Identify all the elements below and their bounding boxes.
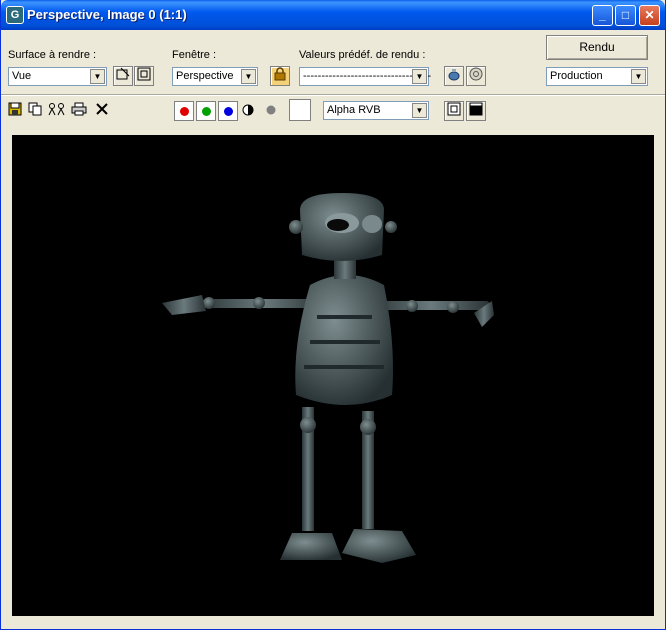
area-to-render-value: Vue xyxy=(12,70,32,82)
chevron-down-icon[interactable]: ▼ xyxy=(631,69,646,84)
render-setup-button[interactable] xyxy=(466,66,486,86)
clone-icon[interactable] xyxy=(48,102,65,118)
toggle-ui-button[interactable] xyxy=(466,101,486,121)
render-preset-label: Valeurs prédéf. de rendu : xyxy=(299,49,426,61)
environment-effects-button[interactable] xyxy=(444,66,464,86)
save-icon[interactable] xyxy=(7,102,23,118)
auto-region-icon xyxy=(137,67,151,81)
blue-channel-toggle[interactable] xyxy=(218,101,238,121)
divider xyxy=(1,94,665,96)
toggle-ui-overlay-button[interactable] xyxy=(444,101,464,121)
red-channel-icon xyxy=(180,107,189,116)
maximize-button[interactable]: □ xyxy=(615,5,636,26)
viewport-dropdown[interactable]: Perspective ▼ xyxy=(172,67,258,86)
chevron-down-icon[interactable]: ▼ xyxy=(412,103,427,118)
blue-channel-icon xyxy=(224,107,233,116)
lock-icon xyxy=(274,67,286,81)
edit-region-button[interactable] xyxy=(113,66,133,86)
display-channel-dropdown[interactable]: Alpha RVB ▼ xyxy=(323,101,429,120)
background-color-swatch[interactable] xyxy=(289,99,311,121)
viewport-value: Perspective xyxy=(176,70,234,82)
frame-window-icon xyxy=(469,102,483,116)
close-button[interactable]: ✕ xyxy=(639,5,660,26)
chevron-down-icon[interactable]: ▼ xyxy=(90,69,105,84)
monochrome-icon[interactable] xyxy=(265,104,277,116)
viewport-label: Fenêtre : xyxy=(172,49,217,61)
render-mode-dropdown[interactable]: Production ▼ xyxy=(546,67,648,86)
auto-region-button[interactable] xyxy=(134,66,154,86)
chevron-down-icon[interactable]: ▼ xyxy=(241,69,256,84)
render-mode-value: Production xyxy=(550,70,603,82)
title-bar[interactable]: G Perspective, Image 0 (1:1) _ □ ✕ xyxy=(1,0,665,30)
red-channel-toggle[interactable] xyxy=(174,101,194,121)
render-setup-icon xyxy=(469,67,483,81)
alpha-channel-icon[interactable] xyxy=(242,104,254,116)
clear-icon[interactable] xyxy=(94,102,110,118)
render-frame-window: G Perspective, Image 0 (1:1) _ □ ✕ Surfa… xyxy=(0,0,666,630)
rendered-robot-image xyxy=(12,135,654,616)
display-channel-value: Alpha RVB xyxy=(327,104,381,116)
minimize-button[interactable]: _ xyxy=(592,5,613,26)
render-preset-dropdown[interactable]: ----------------------------------- ▼ xyxy=(299,67,431,86)
area-to-render-dropdown[interactable]: Vue ▼ xyxy=(8,67,107,86)
render-button[interactable]: Rendu xyxy=(546,35,648,60)
window-title: Perspective, Image 0 (1:1) xyxy=(27,7,187,22)
area-to-render-label: Surface à rendre : xyxy=(8,49,97,61)
green-channel-toggle[interactable] xyxy=(196,101,216,121)
edit-region-icon xyxy=(116,67,130,80)
green-channel-icon xyxy=(202,107,211,116)
overlay-icon xyxy=(447,102,461,116)
lock-viewport-button[interactable] xyxy=(270,66,290,86)
app-icon[interactable]: G xyxy=(6,6,24,24)
print-icon[interactable] xyxy=(71,102,87,118)
teapot-icon xyxy=(448,69,460,81)
copy-icon[interactable] xyxy=(27,102,43,118)
chevron-down-icon[interactable]: ▼ xyxy=(412,69,427,84)
rendered-image-viewport[interactable] xyxy=(12,135,654,616)
